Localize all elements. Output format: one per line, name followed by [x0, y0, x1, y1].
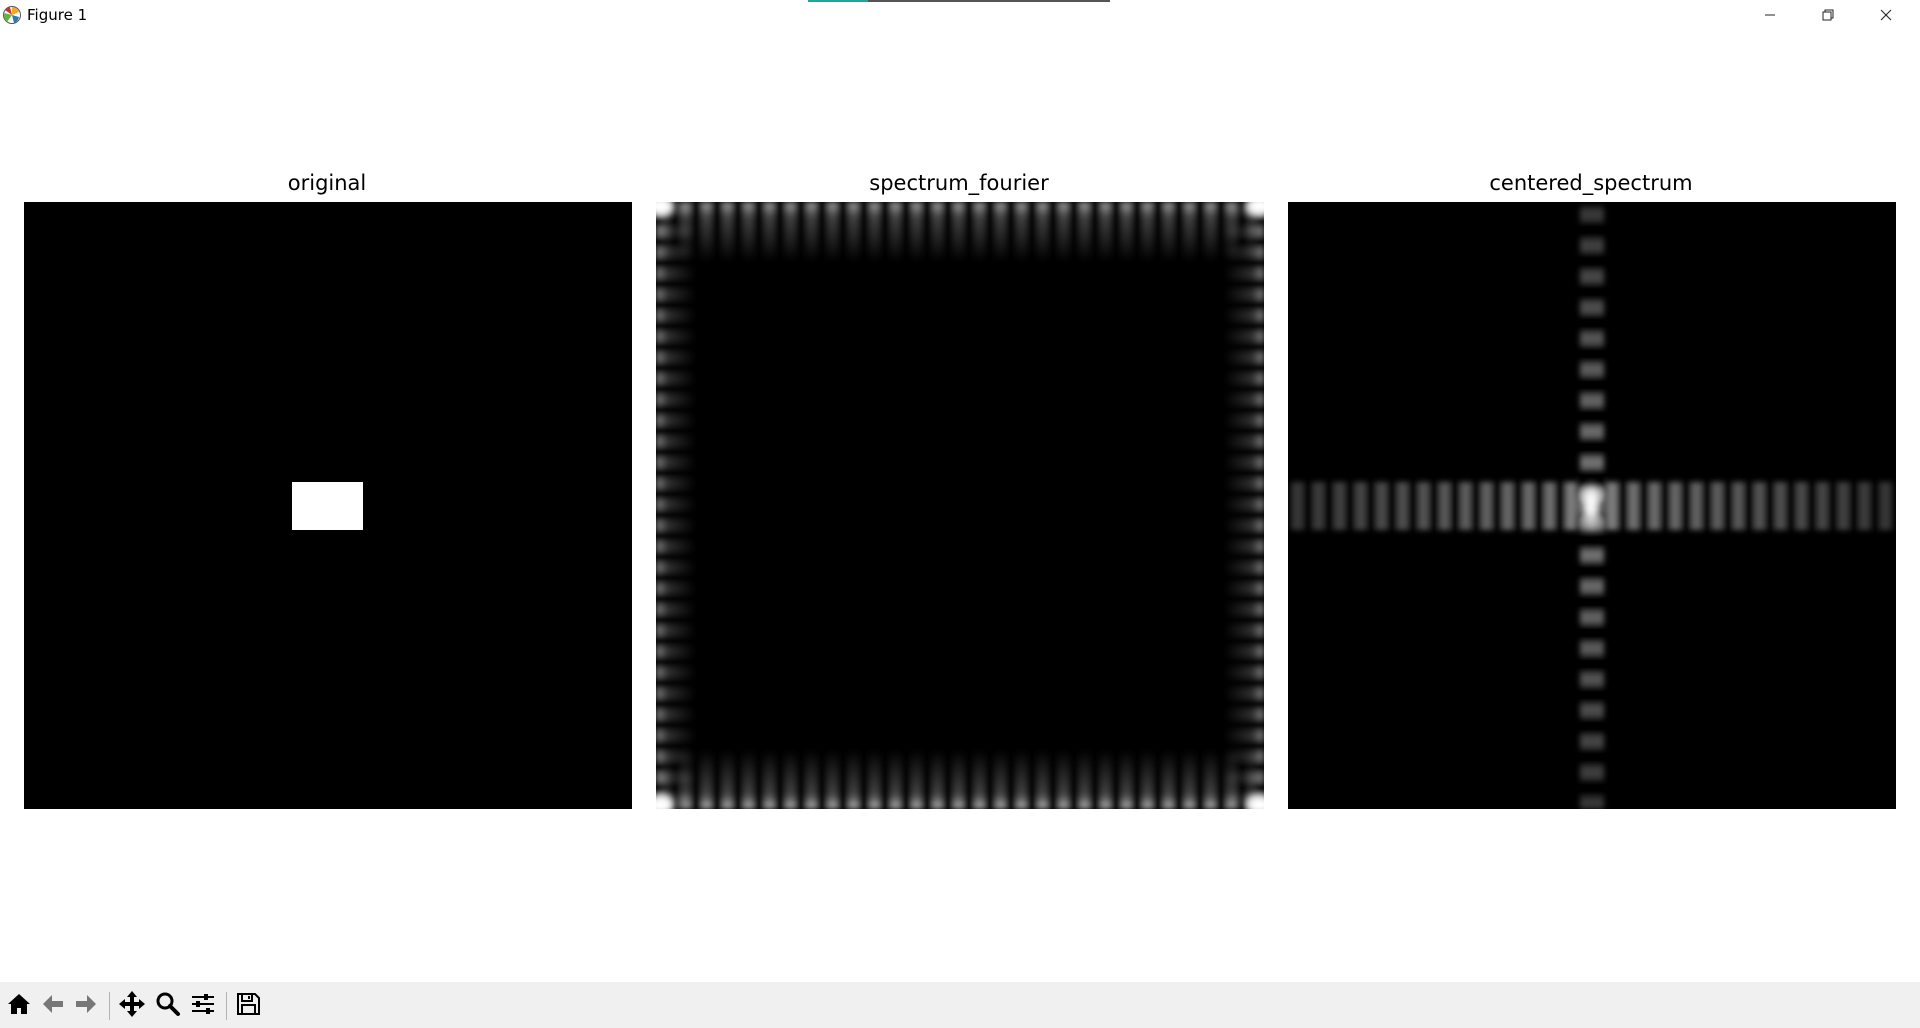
- configure-subplots-button[interactable]: [188, 991, 218, 1021]
- zoom-button[interactable]: [153, 991, 183, 1021]
- title-progress-strip: [808, 0, 1110, 2]
- pan-button[interactable]: [117, 991, 147, 1021]
- minimize-icon: [1764, 9, 1776, 21]
- original-image: [24, 202, 632, 809]
- centered-spectrum-title: centered_spectrum: [1489, 171, 1693, 195]
- back-button[interactable]: [38, 991, 68, 1021]
- close-icon: [1880, 9, 1892, 21]
- close-button[interactable]: [1857, 0, 1915, 30]
- navigation-toolbar: [0, 982, 1920, 1028]
- minimize-button[interactable]: [1741, 0, 1799, 30]
- spectrum-fourier-title: spectrum_fourier: [869, 171, 1049, 195]
- original-title: original: [287, 171, 367, 195]
- matplotlib-logo-icon: [2, 5, 22, 25]
- back-icon: [40, 991, 66, 1021]
- zoom-icon: [155, 991, 181, 1021]
- maximize-button[interactable]: [1799, 0, 1857, 30]
- spectrum-fourier-image: [656, 202, 1264, 809]
- white-rectangle: [292, 482, 363, 530]
- save-button[interactable]: [233, 991, 263, 1021]
- spectrum-fourier-axes: [656, 202, 1264, 809]
- forward-button[interactable]: [71, 991, 101, 1021]
- centered-spectrum-axes: [1288, 202, 1896, 809]
- pan-icon: [118, 990, 146, 1022]
- title-bar: Figure 1: [0, 0, 1920, 30]
- home-icon: [6, 991, 32, 1021]
- toolbar-separator: [226, 992, 227, 1020]
- original-image-axes: [24, 202, 632, 809]
- forward-icon: [73, 991, 99, 1021]
- window-title: Figure 1: [27, 6, 88, 24]
- save-icon: [235, 991, 261, 1021]
- maximize-icon: [1822, 9, 1834, 21]
- centered-spectrum-image: [1288, 202, 1896, 809]
- toolbar-separator: [109, 992, 110, 1020]
- dc-peak: [1581, 487, 1601, 523]
- home-button[interactable]: [4, 991, 34, 1021]
- configure-icon: [190, 991, 216, 1021]
